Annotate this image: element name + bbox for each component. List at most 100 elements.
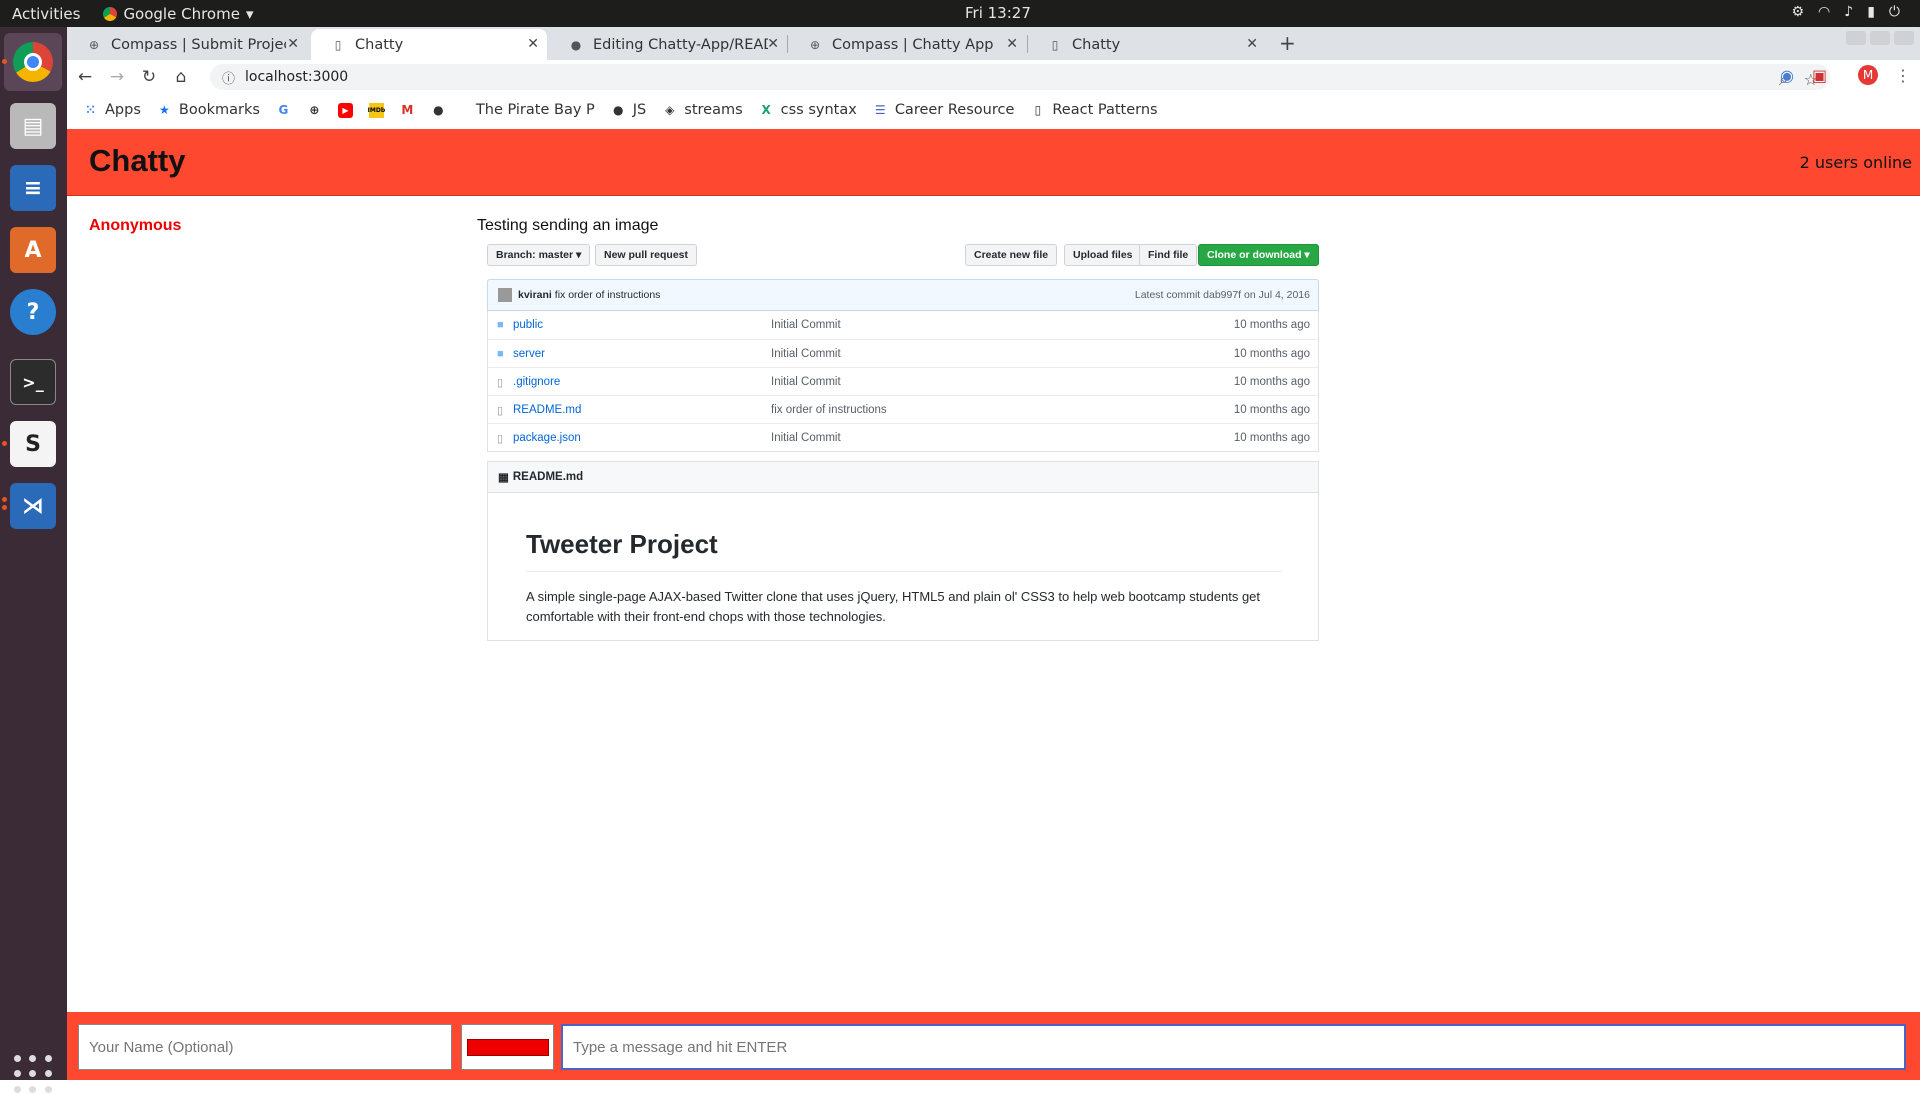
document-icon: ≡ xyxy=(23,175,43,201)
file-table: ■ public Initial Commit 10 months ago ■ serv… xyxy=(487,311,1319,452)
file-commit: Initial Commit xyxy=(771,319,841,331)
bookmark-css-syntax[interactable]: Xcss syntax xyxy=(759,102,857,118)
close-icon[interactable]: ✕ xyxy=(1246,36,1258,52)
youtube-icon: ▶ xyxy=(337,102,353,118)
chrome-icon xyxy=(13,42,53,82)
close-icon[interactable]: ✕ xyxy=(287,36,299,52)
home-icon[interactable]: ⌂ xyxy=(167,67,195,87)
chrome-launcher[interactable] xyxy=(4,33,62,91)
brand-title[interactable]: Chatty xyxy=(89,143,185,179)
table-row: ▯ README.md fix order of instructions 10 mo… xyxy=(488,395,1318,423)
file-name: .gitignore xyxy=(513,375,561,388)
folder-icon: ■ xyxy=(497,348,504,360)
avatar xyxy=(498,288,512,302)
activities-button[interactable]: Activities xyxy=(12,5,80,23)
table-row: ▯ .gitignore Initial Commit 10 months ago xyxy=(488,367,1318,395)
bookmark-career[interactable]: ☰ Career Resource xyxy=(873,102,1015,118)
bookmark-label: React Patterns xyxy=(1052,102,1158,118)
maximize-button[interactable] xyxy=(1870,31,1890,45)
minimize-button[interactable] xyxy=(1846,31,1866,45)
dock: ▤ ≡ A ? >_ S ⋊ xyxy=(0,27,67,1093)
file-age: 10 months ago xyxy=(1233,375,1310,388)
readme-header: ▦ README.md xyxy=(487,461,1319,493)
bookmark-compass[interactable]: ⊕ xyxy=(307,103,322,118)
bookmark-imdb[interactable]: IMDb xyxy=(368,102,385,118)
extension-icon[interactable]: ▣ xyxy=(1812,66,1827,85)
menu-icon[interactable]: ⋮ xyxy=(1895,66,1911,85)
tab-label: Editing Chatty-App/READ xyxy=(593,36,768,53)
page-icon: ▯ xyxy=(1051,37,1059,52)
folder-icon: ■ xyxy=(497,319,504,331)
back-icon[interactable]: ← xyxy=(71,67,99,87)
divider xyxy=(526,571,1282,572)
message-input[interactable] xyxy=(561,1024,1906,1070)
software-center-launcher[interactable]: A xyxy=(10,227,56,273)
tab-label: Compass | Submit Project xyxy=(111,36,286,53)
commit-message: fix order of instructions xyxy=(554,289,661,301)
file-name: README.md xyxy=(513,403,582,416)
tab-label: Chatty xyxy=(355,36,404,53)
app-header: Chatty 2 users online xyxy=(67,129,1920,196)
bookmark-apps[interactable]: ⁙ Apps xyxy=(83,102,140,118)
bookmark-react-patterns[interactable]: ▯ React Patterns xyxy=(1030,102,1158,118)
battery-icon[interactable]: ▮ xyxy=(1867,4,1875,20)
forward-icon[interactable]: → xyxy=(103,67,131,87)
bookmark-bookmarks[interactable]: ★ Bookmarks xyxy=(157,102,260,118)
bookmarks-bar: ⁙ Apps ★ Bookmarks G ⊕ ▶ IMDb M ● The Pira… xyxy=(67,93,1920,127)
tab-chatty-active[interactable]: ▯ Chatty ✕ xyxy=(311,29,547,60)
find-file-button: Find file xyxy=(1139,244,1198,266)
bookmark-streams[interactable]: ◈ streams xyxy=(662,102,743,118)
avatar[interactable]: M xyxy=(1858,65,1878,85)
file-age: 10 months ago xyxy=(1233,431,1310,444)
system-tray[interactable]: ⚙ ◠ ♪ ▮ ⏻ xyxy=(1791,4,1900,20)
toolbar: ← → ↻ ⌂ ⓘ localhost:3000 ⌕ ☆ ◉ ▣ M ⋮ xyxy=(67,60,1920,93)
bookmark-js[interactable]: ● JS xyxy=(611,102,646,118)
message-text: Testing sending an image xyxy=(477,217,659,234)
upload-files-button: Upload files xyxy=(1064,244,1142,266)
vscode-launcher[interactable]: ⋊ xyxy=(10,483,56,529)
volume-icon[interactable]: ♪ xyxy=(1844,4,1853,20)
show-applications-button[interactable] xyxy=(14,1055,54,1095)
new-tab-button[interactable]: + xyxy=(1279,31,1296,55)
chat-bar xyxy=(67,1012,1920,1080)
chevron-down-icon: ▾ xyxy=(245,4,254,23)
terminal-launcher[interactable]: >_ xyxy=(10,359,56,405)
tab-editing-readme[interactable]: ● Editing Chatty-App/READ ✕ xyxy=(549,29,787,60)
vscode-icon: ⋊ xyxy=(22,493,44,519)
close-icon[interactable]: ✕ xyxy=(767,36,779,52)
close-icon[interactable]: ✕ xyxy=(1006,36,1018,52)
bookmark-youtube[interactable]: ▶ xyxy=(337,102,353,118)
close-icon[interactable]: ✕ xyxy=(527,36,539,52)
wifi-icon[interactable]: ◠ xyxy=(1818,4,1830,20)
files-launcher[interactable]: ▤ xyxy=(10,103,56,149)
info-icon[interactable]: ⓘ xyxy=(222,68,235,87)
writer-launcher[interactable]: ≡ xyxy=(10,165,56,211)
bookmark-gmail[interactable]: M xyxy=(400,103,415,118)
tab-compass-submit[interactable]: ⊕ Compass | Submit Project ✕ xyxy=(67,29,307,60)
tab-chatty-2[interactable]: ▯ Chatty ✕ xyxy=(1028,29,1266,60)
close-window-button[interactable] xyxy=(1894,31,1914,45)
help-icon: ? xyxy=(26,299,40,325)
tab-compass-chatty[interactable]: ⊕ Compass | Chatty App ✕ xyxy=(788,29,1026,60)
bookmark-label: Career Resource xyxy=(894,102,1015,118)
power-icon[interactable]: ⏻ xyxy=(1889,4,1900,20)
clock[interactable]: Fri 13:27 xyxy=(965,4,1031,22)
imdb-icon: IMDb xyxy=(368,102,385,118)
slack-launcher[interactable]: S xyxy=(10,421,56,467)
clone-button: Clone or download ▾ xyxy=(1198,244,1319,266)
app-menu[interactable]: Google Chrome ▾ xyxy=(103,5,253,23)
file-name: server xyxy=(513,347,545,360)
address-bar[interactable]: ⓘ localhost:3000 ⌕ ☆ xyxy=(210,64,1830,90)
bookmark-github[interactable]: ● xyxy=(431,103,446,118)
help-launcher[interactable]: ? xyxy=(10,289,56,335)
readme-description: A simple single-page AJAX-based Twitter … xyxy=(526,589,1261,624)
bookmark-piratebay[interactable]: The Pirate Bay P xyxy=(476,102,595,118)
reload-icon[interactable]: ↻ xyxy=(135,67,163,87)
commit-bar: kvirani fix order of instructions Latest… xyxy=(487,279,1319,311)
github-icon: ● xyxy=(570,37,582,52)
bookmark-google[interactable]: G xyxy=(276,103,291,118)
color-picker[interactable] xyxy=(461,1024,554,1070)
extension-icon[interactable]: ◉ xyxy=(1780,66,1794,85)
settings-icon[interactable]: ⚙ xyxy=(1791,4,1804,20)
username-input[interactable] xyxy=(78,1024,452,1070)
